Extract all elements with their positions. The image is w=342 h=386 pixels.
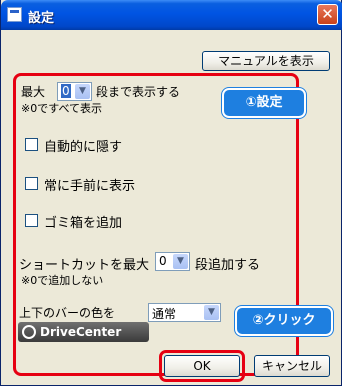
drivecenter-logo: DriveCenter	[18, 322, 149, 342]
chevron-down-icon[interactable]: ▼	[75, 84, 90, 99]
bar-color-value: 通常	[152, 307, 177, 321]
auto-hide-label: 自動的に隠す	[44, 140, 123, 155]
always-on-top-checkbox[interactable]	[25, 177, 38, 190]
bar-color-label: 上下のバーの色を	[19, 306, 116, 320]
shortcut-suffix: 段追加する	[195, 258, 261, 273]
window-title: 設定	[28, 11, 55, 26]
dialog-content: マニュアルを表示 最大 0 ▼ 段まで表示する ※0ですべて表示 自動的に隠す …	[4, 30, 340, 383]
always-on-top-label: 常に手前に表示	[44, 179, 136, 194]
drivecenter-logo-icon	[22, 325, 36, 339]
drivecenter-logo-text: DriveCenter	[40, 325, 122, 339]
shortcut-select[interactable]: 0 ▼	[155, 252, 190, 271]
max-rows-select[interactable]: 0 ▼	[57, 82, 92, 101]
settings-callout: ①設定	[222, 88, 306, 118]
ok-button[interactable]: OK	[164, 355, 240, 377]
shortcut-prefix: ショートカットを最大	[19, 258, 150, 273]
trash-checkbox[interactable]	[25, 214, 38, 227]
auto-hide-checkbox[interactable]	[25, 138, 38, 151]
click-callout: ②クリック	[235, 306, 333, 336]
show-manual-button[interactable]: マニュアルを表示	[202, 51, 330, 71]
max-rows-value: 0	[61, 84, 71, 98]
chevron-down-icon[interactable]: ▼	[173, 254, 188, 269]
max-rows-note: ※0ですべて表示	[21, 102, 103, 115]
close-button[interactable]: ✕	[317, 4, 338, 25]
max-rows-suffix: 段まで表示する	[96, 85, 181, 99]
title-bar[interactable]: 設定 ✕	[1, 0, 342, 30]
cancel-button[interactable]: キャンセル	[254, 355, 330, 377]
settings-dialog: 設定 ✕ マニュアルを表示 最大 0 ▼ 段まで表示する ※0ですべて表示 自動…	[0, 0, 342, 386]
trash-label: ゴミ箱を追加	[44, 216, 123, 231]
shortcut-note: ※0で追加しない	[21, 274, 104, 287]
max-rows-prefix: 最大	[21, 85, 46, 99]
bar-color-select[interactable]: 通常 ▼	[148, 303, 221, 322]
shortcut-value: 0	[159, 254, 167, 268]
chevron-down-icon[interactable]: ▼	[204, 305, 219, 320]
app-icon	[7, 7, 22, 22]
